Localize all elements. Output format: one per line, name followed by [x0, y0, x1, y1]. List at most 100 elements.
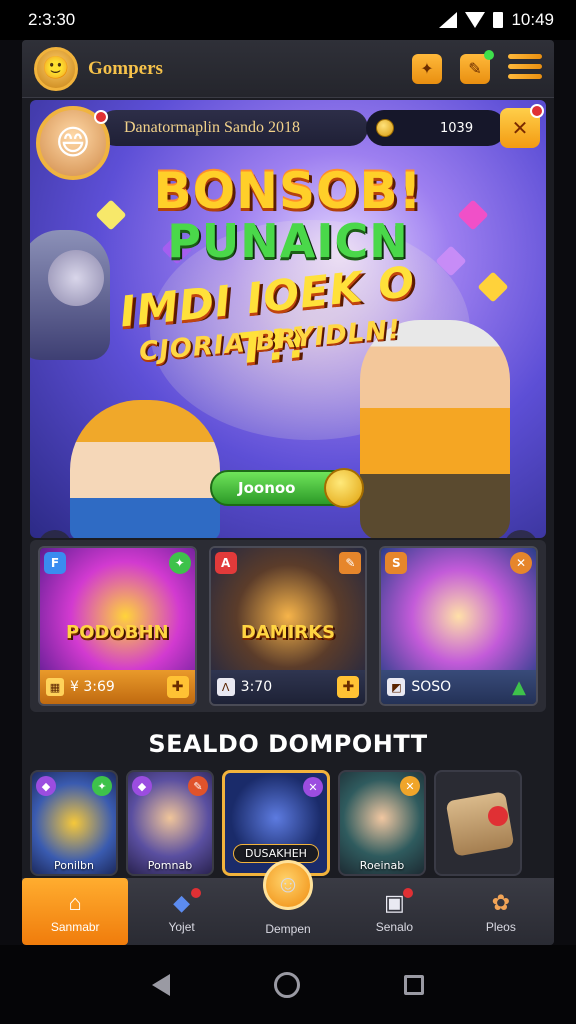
- nav-item-label: Yojet: [168, 919, 195, 934]
- tools-icon: ✕: [303, 777, 323, 797]
- section-title: SEALDO DOMPOHTT: [148, 730, 428, 758]
- smile-icon: ☺: [263, 860, 314, 910]
- status-time-left: 2:3:30: [28, 10, 76, 29]
- signal-icon: [439, 12, 458, 28]
- gem-icon: ◆: [132, 776, 152, 796]
- promo-banner[interactable]: 😄 Danatormaplin Sando 2018 1039 ✕ BONSOB…: [30, 100, 546, 538]
- avatar-badge: [94, 110, 108, 124]
- status-icons: 10:49: [439, 10, 554, 30]
- info-button[interactable]: ⚷: [38, 530, 72, 538]
- key-icon: ⚷: [48, 537, 61, 539]
- section-game-card[interactable]: [434, 770, 522, 876]
- section-game-label: Roeinab: [359, 859, 405, 872]
- header-actions: ✦ ✎: [412, 49, 542, 84]
- section-game-label: Pomnab: [147, 859, 193, 872]
- character-miner: [70, 400, 220, 538]
- nav-item-label: Dempen: [265, 921, 311, 936]
- plus-icon: +: [512, 535, 530, 539]
- banner-title-line1: BONSOB!: [153, 162, 423, 220]
- nav-item-home[interactable]: ⌂ Sanmabr: [22, 878, 129, 945]
- home-circle-icon[interactable]: [274, 971, 300, 998]
- cube-icon: ◆: [167, 887, 201, 916]
- brand-name: Gompers: [88, 57, 163, 79]
- arrow-up-icon[interactable]: ▲: [508, 676, 530, 698]
- coin-value: 1039: [440, 120, 474, 136]
- pickaxe-icon: ✕: [511, 116, 529, 140]
- box-icon: ▣: [379, 887, 414, 916]
- game-card-footer: ᐱ 3:70 ✚: [210, 670, 366, 704]
- nav-item-senalo[interactable]: ▣ Senalo: [341, 878, 447, 945]
- tag-icon: ◩: [387, 678, 406, 696]
- tag-icon: ✿: [491, 889, 511, 915]
- nav-item-center[interactable]: ☺ Dempen: [235, 860, 341, 945]
- notification-badge: [488, 806, 508, 826]
- play-coin-icon: [324, 468, 364, 508]
- app-header: 🙂 Gompers ✦ ✎: [22, 40, 554, 98]
- player-name-pill: Danatormaplin Sando 2018: [98, 110, 368, 146]
- card-tag-icon: ✦: [168, 552, 191, 574]
- game-card-price: ¥ 3:69: [70, 679, 115, 695]
- banner-title-line2: PUNAICN: [167, 214, 409, 268]
- nav-item-label: Pleos: [485, 919, 516, 934]
- wifi-icon: [465, 12, 486, 28]
- add-coins-badge: [530, 104, 544, 118]
- nav-badge: [403, 887, 414, 898]
- menu-icon[interactable]: [508, 53, 542, 84]
- coin-icon: [376, 119, 394, 137]
- nav-item-yojet[interactable]: ◆ Yojet: [128, 878, 234, 945]
- nav-badge: [190, 887, 201, 898]
- game-card-price: SOSO: [411, 679, 452, 695]
- battery-icon: [493, 12, 504, 28]
- card-tag-left: F: [44, 552, 66, 574]
- coin-balance: 1039: [366, 110, 506, 146]
- bottom-nav: ⌂ Sanmabr ◆ Yojet ☺ Dempen ▣ Senalo ✿ Pl…: [22, 860, 554, 945]
- game-card-footer: ◩ SOSO ▲: [381, 670, 537, 704]
- system-nav-bar: [0, 945, 576, 1024]
- card-tag-icon: ✕: [510, 552, 533, 574]
- app-window: 🙂 Gompers ✦ ✎ 😄 Danatormaplin Sando 2018…: [22, 40, 554, 945]
- section-game-label: Ponilbn: [53, 859, 94, 872]
- tools-icon: ✕: [400, 776, 420, 796]
- status-time-right: 10:49: [511, 10, 554, 29]
- player-name: Danatormaplin Sando 2018: [124, 119, 300, 136]
- home-icon: ⌂: [68, 889, 82, 915]
- game-card[interactable]: F ✦ PODOBHN ▦ ¥ 3:69 ✚: [38, 546, 197, 706]
- game-card-price: 3:70: [240, 679, 273, 695]
- tools-button[interactable]: ✎: [460, 49, 494, 84]
- tools-icon: ✎: [468, 59, 482, 78]
- brand-logo-avatar[interactable]: 🙂: [34, 46, 78, 91]
- player-avatar[interactable]: 😄: [36, 106, 110, 180]
- notification-dot: [484, 49, 494, 60]
- leaf-icon: ✦: [92, 776, 112, 796]
- add-button[interactable]: +: [504, 530, 538, 538]
- puzzle-icon[interactable]: ✚: [166, 676, 189, 698]
- nav-item-pleos[interactable]: ✿ Pleos: [448, 878, 554, 945]
- gem-icon: [477, 271, 509, 303]
- gift-icon: ✦: [420, 59, 434, 78]
- card-tag-left: S: [385, 552, 408, 574]
- game-card[interactable]: A ✎ DAMIRKS ᐱ 3:70 ✚: [208, 546, 368, 706]
- add-coins-button[interactable]: ✕: [500, 104, 544, 148]
- play-button-label: Joonoo: [238, 479, 296, 497]
- gift-button[interactable]: ✦: [412, 53, 442, 84]
- player-bar: 😄 Danatormaplin Sando 2018 1039 ✕: [36, 104, 544, 180]
- section-game-label: DUSAKHEH: [233, 844, 319, 863]
- game-card-title: DAMIRKS: [240, 622, 336, 643]
- featured-games: F ✦ PODOBHN ▦ ¥ 3:69 ✚ A ✎ DAMIRKS ᐱ 3:7…: [30, 540, 546, 712]
- gem-icon: ◆: [36, 776, 56, 796]
- section-game-card[interactable]: ◆ ✎ Pomnab: [126, 770, 214, 876]
- section-game-card[interactable]: ✕ Roeinab: [338, 770, 426, 876]
- game-card[interactable]: S ✕ ◩ SOSO ▲: [379, 546, 539, 706]
- nav-item-label: Sanmabr: [50, 919, 100, 934]
- section-game-card[interactable]: ◆ ✦ Ponilbn: [30, 770, 118, 876]
- game-card-title: PODOBHN: [66, 622, 169, 643]
- card-tag-icon: ✎: [339, 552, 362, 574]
- puzzle-icon[interactable]: ✚: [337, 676, 360, 698]
- rabbit-icon: ᐱ: [216, 678, 235, 696]
- status-bar: 2:3:30 10:49: [0, 0, 576, 40]
- recent-apps-icon[interactable]: [404, 974, 424, 995]
- back-icon[interactable]: [152, 973, 170, 996]
- section-game-card-selected[interactable]: ✕ DUSAKHEH: [222, 770, 330, 876]
- play-button[interactable]: Joonoo: [210, 468, 364, 508]
- ticket-icon: ▦: [46, 678, 64, 696]
